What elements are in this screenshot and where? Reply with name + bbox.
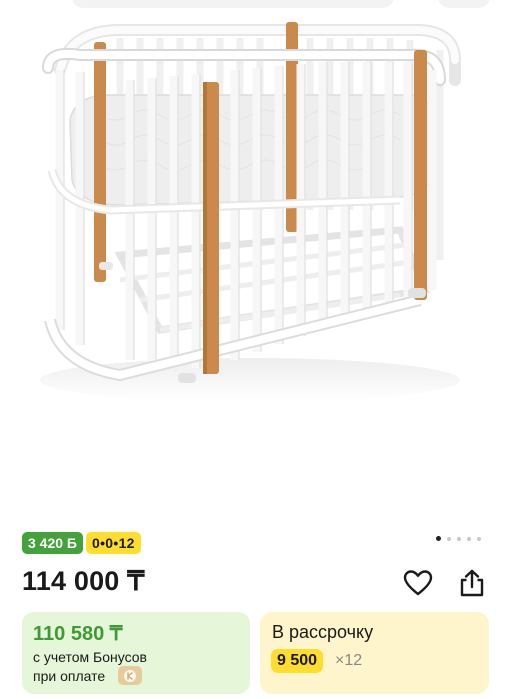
carousel-dot[interactable] — [436, 536, 441, 541]
heart-icon — [403, 570, 433, 596]
carousel-dot[interactable] — [447, 536, 451, 541]
kaspi-coin-icon — [118, 666, 142, 685]
product-page: 3 420 Б 0•0•12 114 000 ₸ 110 580 ₸ с уче… — [0, 0, 511, 699]
bonus-price-card[interactable]: 110 580 ₸ с учетом Бонусов при оплате — [22, 612, 250, 694]
share-button[interactable] — [455, 566, 489, 600]
installment-months: ×12 — [335, 652, 363, 669]
carousel-dot[interactable] — [457, 536, 461, 541]
product-photo[interactable] — [0, 0, 511, 514]
installment-card[interactable]: В рассрочку 9 500 ×12 — [260, 612, 489, 694]
crib-illustration — [40, 22, 461, 402]
carousel-dot[interactable] — [477, 536, 481, 541]
installment-badge: 0•0•12 — [86, 532, 141, 554]
share-icon — [460, 569, 484, 597]
header-action[interactable] — [438, 0, 490, 8]
favorite-button[interactable] — [401, 566, 435, 600]
search-bar[interactable] — [72, 0, 394, 8]
badge-row: 3 420 Б 0•0•12 — [22, 532, 141, 554]
bonus-price: 110 580 ₸ — [33, 623, 123, 645]
carousel-dot[interactable] — [467, 536, 471, 541]
bonus-badge: 3 420 Б — [22, 532, 83, 554]
bonus-note: с учетом Бонусов — [33, 649, 147, 665]
carousel-indicator — [436, 536, 481, 541]
product-price: 114 000 ₸ — [22, 566, 145, 596]
installment-title: В рассрочку — [272, 622, 374, 642]
installment-amount: 9 500 — [271, 649, 324, 673]
bonus-note-payment: при оплате — [33, 668, 106, 684]
